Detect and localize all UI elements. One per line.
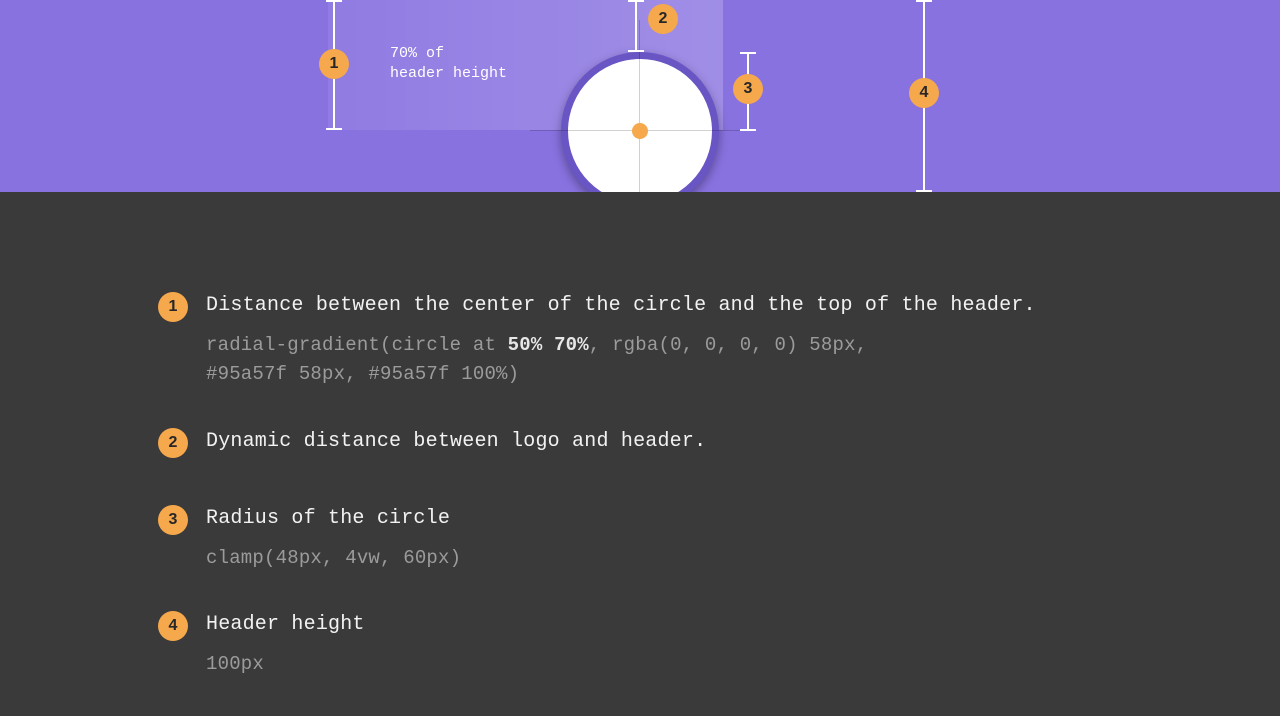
diagram-header: 1 70% of header height 2 3 4 <box>0 0 1280 192</box>
legend-title: Radius of the circle <box>206 503 461 534</box>
marker-3: 3 <box>733 74 763 104</box>
legend-item: 4 Header height 100px <box>158 609 1138 679</box>
code-line2: #95a57f 58px, #95a57f 100%) <box>206 363 519 385</box>
legend-text: Distance between the center of the circl… <box>206 290 1036 390</box>
legend-list: 1 Distance between the center of the cir… <box>158 290 1138 716</box>
legend-title: Header height <box>206 609 365 640</box>
marker-4-label: 4 <box>920 84 929 102</box>
marker-3-label: 3 <box>744 80 753 98</box>
code-line2: 100px <box>206 653 264 675</box>
marker-2-label: 2 <box>659 10 668 28</box>
marker-2: 2 <box>648 4 678 34</box>
code-line2: clamp(48px, 4vw, 60px) <box>206 547 461 569</box>
legend-code: 100px <box>206 650 365 679</box>
marker-4: 4 <box>909 78 939 108</box>
legend-bullet: 1 <box>158 292 188 322</box>
legend-code: radial-gradient(circle at 50% 70%, rgba(… <box>206 331 1036 390</box>
code-post: , rgba(0, 0, 0, 0) 58px, <box>589 334 867 356</box>
marker-1: 1 <box>319 49 349 79</box>
legend-bullet: 4 <box>158 611 188 641</box>
legend-bullet: 3 <box>158 505 188 535</box>
legend-bullet: 2 <box>158 428 188 458</box>
legend-item: 1 Distance between the center of the cir… <box>158 290 1138 390</box>
legend-text: Header height 100px <box>206 609 365 679</box>
code-strong: 50% 70% <box>508 334 589 356</box>
legend-text: Radius of the circle clamp(48px, 4vw, 60… <box>206 503 461 573</box>
legend-text: Dynamic distance between logo and header… <box>206 426 706 467</box>
legend-title: Distance between the center of the circl… <box>206 290 1036 321</box>
code-pre: radial-gradient(circle at <box>206 334 508 356</box>
annotation-line2: header height <box>390 64 507 84</box>
marker-1-label: 1 <box>330 55 339 73</box>
legend-item: 3 Radius of the circle clamp(48px, 4vw, … <box>158 503 1138 573</box>
bullet-number: 4 <box>169 617 178 635</box>
bullet-number: 1 <box>169 298 178 316</box>
annotation-line1: 70% of <box>390 44 507 64</box>
bullet-number: 2 <box>169 434 178 452</box>
annotation-percent-label: 70% of header height <box>390 44 507 85</box>
legend-code: clamp(48px, 4vw, 60px) <box>206 544 461 573</box>
circle-center-dot <box>632 123 648 139</box>
legend-panel: 1 Distance between the center of the cir… <box>0 192 1280 707</box>
legend-item: 2 Dynamic distance between logo and head… <box>158 426 1138 467</box>
legend-title: Dynamic distance between logo and header… <box>206 426 706 457</box>
bullet-number: 3 <box>169 511 178 529</box>
